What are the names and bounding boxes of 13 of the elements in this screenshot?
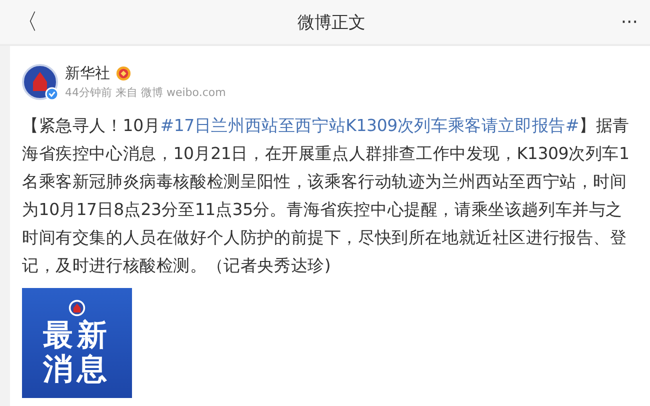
badge-icon xyxy=(116,66,131,81)
post-meta: 44分钟前 来自 微博 weibo.com xyxy=(65,85,226,100)
more-button[interactable]: ··· xyxy=(620,12,638,32)
image-caption: 最新 xyxy=(43,319,111,353)
logo-icon xyxy=(68,299,86,317)
post-image[interactable]: 最新 消息 xyxy=(22,288,132,398)
author-name[interactable]: 新华社 xyxy=(65,64,110,83)
avatar-icon[interactable] xyxy=(22,64,58,100)
image-caption: 消息 xyxy=(43,353,111,387)
page-title: 微博正文 xyxy=(297,12,366,34)
topic-link[interactable]: #17日兰州西站至西宁站K1309次列车乘客请立即报告# xyxy=(160,116,580,135)
post-text: 【紧急寻人！10月#17日兰州西站至西宁站K1309次列车乘客请立即报告#】据青海省疾控中心消息，10月21日，在开展重点人群排查工作中发现，K1309次列车1名乘客新冠肺炎病毒核酸检测呈阳性，该乘客行动轨迹为兰州西站至西宁站，时间为10月17日8点23分至11点35分。青海省疾控中心提醒，请乘坐该趟列车并与之时间有交集的人员在做好个人防护的前提下，尽快到所在地就近社区进行报告、登记，及时进行核酸检测。（记者央秀达珍) xyxy=(22,115,630,277)
back-button[interactable]: 〈 xyxy=(12,7,42,37)
